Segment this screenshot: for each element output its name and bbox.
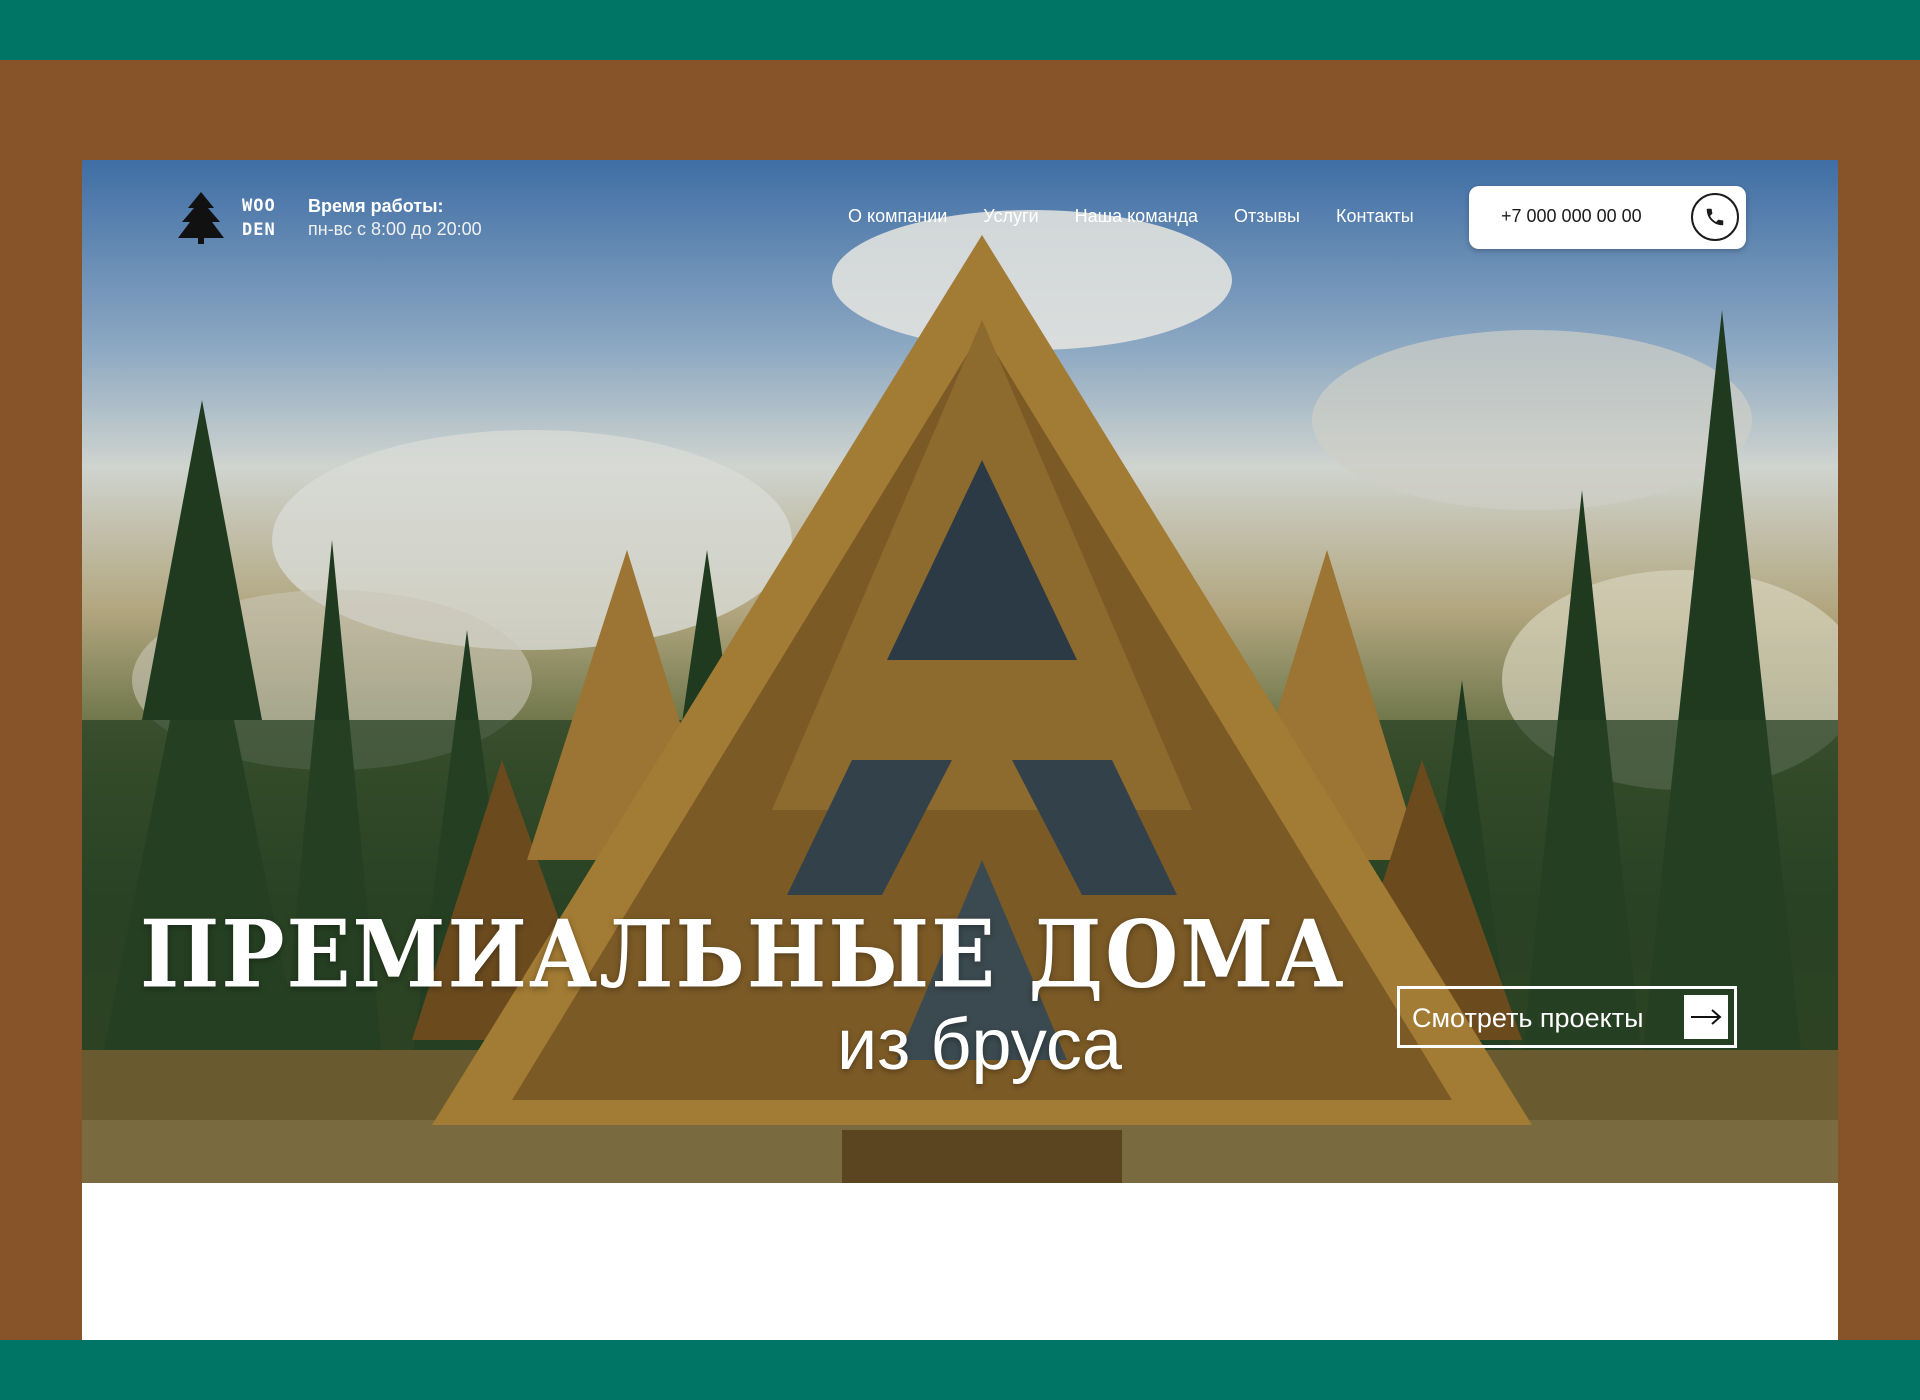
- working-hours-value: пн-вс с 8:00 до 20:00: [308, 219, 482, 239]
- site-header: WOO DEN Время работы: пн-вс с 8:00 до 20…: [82, 160, 1838, 270]
- phone-widget[interactable]: +7 000 000 00 00: [1469, 186, 1746, 249]
- view-projects-label: Смотреть проекты: [1412, 1003, 1644, 1033]
- view-projects-button[interactable]: Смотреть проекты: [1397, 986, 1737, 1048]
- hero-subtitle: из бруса: [837, 1005, 1122, 1085]
- nav-item-services[interactable]: Услуги: [983, 206, 1038, 227]
- phone-icon[interactable]: [1691, 193, 1739, 241]
- hero-section: WOO DEN Время работы: пн-вс с 8:00 до 20…: [82, 160, 1838, 1183]
- logo-wordmark: WOO DEN: [242, 194, 276, 242]
- bottom-stripe: [0, 1340, 1920, 1400]
- logo[interactable]: WOO DEN: [178, 192, 276, 244]
- nav-item-team[interactable]: Наша команда: [1075, 206, 1198, 227]
- logo-line-2: DEN: [242, 220, 276, 240]
- hero-title: ПРЕМИАЛЬНЫЕ ДОМА: [140, 899, 1346, 1009]
- nav-item-contacts[interactable]: Контакты: [1336, 206, 1414, 227]
- arrow-right-icon: [1684, 995, 1728, 1039]
- working-hours: Время работы: пн-вс с 8:00 до 20:00: [308, 195, 482, 241]
- top-stripe: [0, 0, 1920, 60]
- main-nav: О компании Услуги Наша команда Отзывы Ко…: [848, 206, 1414, 227]
- website-frame: WOO DEN Время работы: пн-вс с 8:00 до 20…: [82, 160, 1838, 1340]
- pine-tree-icon: [178, 192, 224, 244]
- logo-line-1: WOO: [242, 196, 276, 216]
- nav-item-about[interactable]: О компании: [848, 206, 947, 227]
- nav-item-reviews[interactable]: Отзывы: [1234, 206, 1300, 227]
- phone-number[interactable]: +7 000 000 00 00: [1501, 206, 1642, 227]
- working-hours-title: Время работы:: [308, 196, 444, 216]
